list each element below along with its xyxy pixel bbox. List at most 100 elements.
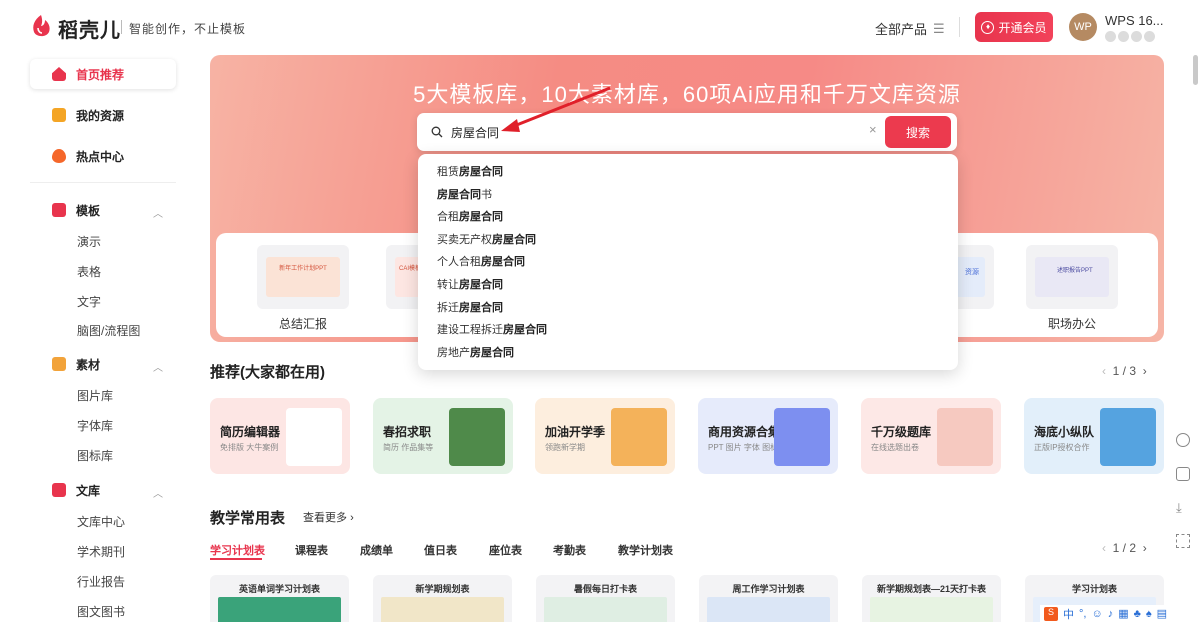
prev-arrow-icon[interactable]: ‹ xyxy=(1102,364,1106,378)
recommend-card-title: 千万级题库 xyxy=(871,425,932,439)
sidebar-sub-item[interactable]: 图片库 xyxy=(77,387,113,404)
template-card[interactable]: 英语单词学习计划表 xyxy=(210,575,349,622)
teaching-pager: ‹ 1 / 2 › xyxy=(1102,541,1147,555)
daoke-logo-icon[interactable] xyxy=(30,14,52,38)
suggestion-item[interactable]: 房屋合同书 xyxy=(418,184,958,207)
recommend-card[interactable]: 加油开学季 领跑新学期 xyxy=(535,398,675,474)
next-arrow-icon[interactable]: › xyxy=(1143,364,1147,378)
suggestion-item[interactable]: 建设工程拆迁房屋合同 xyxy=(418,319,958,342)
keyboard-icon[interactable]: ▦ xyxy=(1118,607,1128,620)
sidebar-item-my-resources[interactable]: 我的资源 xyxy=(30,100,176,130)
template-icon xyxy=(52,203,66,217)
recommend-card[interactable]: 春招求职 简历 作品集等 xyxy=(373,398,513,474)
suggestion-prefix: 转让 xyxy=(437,278,459,291)
job-illustration xyxy=(449,408,505,466)
avatar[interactable]: WP xyxy=(1069,13,1097,41)
suggestion-highlight: 房屋合同 xyxy=(459,278,503,291)
next-arrow-icon[interactable]: › xyxy=(1143,541,1147,555)
tab-attendance[interactable]: 考勤表 xyxy=(553,542,586,558)
tab-duty[interactable]: 值日表 xyxy=(424,542,457,558)
tab-seating[interactable]: 座位表 xyxy=(489,542,522,558)
category-card[interactable]: 新年工作计划PPT 总结汇报 xyxy=(257,245,349,332)
skin-icon[interactable]: ♣ xyxy=(1134,608,1141,620)
ime-language[interactable]: 中 xyxy=(1063,606,1074,622)
template-preview xyxy=(218,597,341,622)
recommend-card-sub: 正版IP授权合作 xyxy=(1034,443,1090,452)
sogou-logo-icon[interactable]: S xyxy=(1044,606,1058,621)
suggestion-prefix: 房地产 xyxy=(437,346,470,359)
chevron-up-icon[interactable]: ︿ xyxy=(153,485,163,500)
suggestion-highlight: 房屋合同 xyxy=(437,188,481,201)
suggestion-item[interactable]: 转让房屋合同 xyxy=(418,274,958,297)
menu-icon: ☰ xyxy=(933,20,945,36)
tab-study-plan[interactable]: 学习计划表 xyxy=(210,542,265,558)
ime-toolbar: S 中 °, ☺ ♪ ▦ ♣ ♠ ▤ xyxy=(1040,605,1200,622)
chevron-up-icon[interactable]: ︿ xyxy=(153,205,163,220)
shirt-icon[interactable]: ♠ xyxy=(1146,608,1152,620)
recommend-card-title: 春招求职 xyxy=(383,425,432,439)
category-card[interactable]: 述职报告PPT 职场办公 xyxy=(1026,245,1118,332)
home-icon xyxy=(52,67,66,81)
material-icon xyxy=(52,357,66,371)
sidebar-sub-item[interactable]: 图标库 xyxy=(77,447,113,464)
brand-name[interactable]: 稻壳儿 xyxy=(58,14,121,43)
suggestion-item[interactable]: 合租房屋合同 xyxy=(418,206,958,229)
template-preview xyxy=(870,597,993,622)
mic-icon[interactable]: ♪ xyxy=(1108,608,1114,620)
sidebar-sub-item[interactable]: 演示 xyxy=(77,233,101,250)
suggestion-item[interactable]: 买卖无产权房屋合同 xyxy=(418,229,958,252)
recommend-card-title: 简历编辑器 xyxy=(220,425,281,439)
clear-icon[interactable]: × xyxy=(869,122,877,137)
search-button[interactable]: 搜索 xyxy=(885,116,951,148)
recommend-card[interactable]: 商用资源合集 PPT 图片 字体 图标 xyxy=(698,398,838,474)
sidebar-sub-item[interactable]: 表格 xyxy=(77,263,101,280)
suggestion-item[interactable]: 拆迁房屋合同 xyxy=(418,297,958,320)
tab-grades[interactable]: 成绩单 xyxy=(360,542,393,558)
sidebar-sub-item[interactable]: 文字 xyxy=(77,293,101,310)
message-icon[interactable] xyxy=(1176,467,1190,481)
sidebar-sub-item[interactable]: 文库中心 xyxy=(77,513,125,530)
sidebar-sub-item[interactable]: 图文图书 xyxy=(77,603,125,620)
template-card[interactable]: 周工作学习计划表 xyxy=(699,575,838,622)
vip-button[interactable]: ♦ 开通会员 xyxy=(975,12,1053,42)
sidebar-item-hot-center[interactable]: 热点中心 xyxy=(30,141,176,171)
folder-icon xyxy=(52,108,66,122)
scrollbar[interactable] xyxy=(1193,55,1198,85)
qrcode-icon[interactable] xyxy=(1176,534,1190,548)
category-thumb-text: 述职报告PPT xyxy=(1035,257,1109,297)
see-more-label: 查看更多 xyxy=(303,512,347,524)
tab-schedule[interactable]: 课程表 xyxy=(295,542,328,558)
template-card[interactable]: 新学期规划表—21天打卡表 xyxy=(862,575,1001,622)
recommend-card-sub: 免排版 大牛案例 xyxy=(220,443,279,452)
template-card[interactable]: 暑假每日打卡表 xyxy=(536,575,675,622)
suggestion-highlight: 房屋合同 xyxy=(459,301,503,314)
emoji-icon[interactable]: ☺ xyxy=(1091,608,1102,620)
template-card[interactable]: 新学期规划表 xyxy=(373,575,512,622)
suggestion-item[interactable]: 房地产房屋合同 xyxy=(418,342,958,365)
see-more-link[interactable]: 查看更多 › xyxy=(303,509,354,525)
user-icon[interactable] xyxy=(1176,433,1190,447)
sidebar-sub-item[interactable]: 字体库 xyxy=(77,417,113,434)
recommend-card[interactable]: 千万级题库 在线选题出卷 xyxy=(861,398,1001,474)
sidebar-item-home[interactable]: 首页推荐 xyxy=(30,59,176,89)
chevron-up-icon[interactable]: ︿ xyxy=(153,359,163,374)
recommend-card[interactable]: 简历编辑器 免排版 大牛案例 xyxy=(210,398,350,474)
octonauts-illustration xyxy=(1100,408,1156,466)
recommend-card[interactable]: 海底小纵队 正版IP授权合作 xyxy=(1024,398,1164,474)
username[interactable]: WPS 16... xyxy=(1105,13,1164,28)
sidebar-sub-item[interactable]: 脑图/流程图 xyxy=(77,322,140,339)
download-icon[interactable]: ⤓ xyxy=(1176,500,1182,516)
grid-icon[interactable]: ▤ xyxy=(1157,607,1167,620)
suggestion-item[interactable]: 个人合租房屋合同 xyxy=(418,251,958,274)
all-products-menu[interactable]: 全部产品 ☰ xyxy=(875,19,945,38)
punctuation-icon[interactable]: °, xyxy=(1079,608,1086,620)
suggestion-highlight: 房屋合同 xyxy=(459,166,503,178)
sidebar-sub-item[interactable]: 行业报告 xyxy=(77,573,125,590)
suggestion-item[interactable]: 租赁房屋合同 xyxy=(418,161,958,184)
page-indicator: 1 / 3 xyxy=(1112,364,1137,378)
sidebar-sub-item[interactable]: 学术期刊 xyxy=(77,543,125,560)
tab-teaching-plan[interactable]: 教学计划表 xyxy=(618,542,673,558)
recommend-pager: ‹ 1 / 3 › xyxy=(1102,364,1147,378)
recommend-card-sub: 在线选题出卷 xyxy=(871,443,919,452)
prev-arrow-icon[interactable]: ‹ xyxy=(1102,541,1106,555)
